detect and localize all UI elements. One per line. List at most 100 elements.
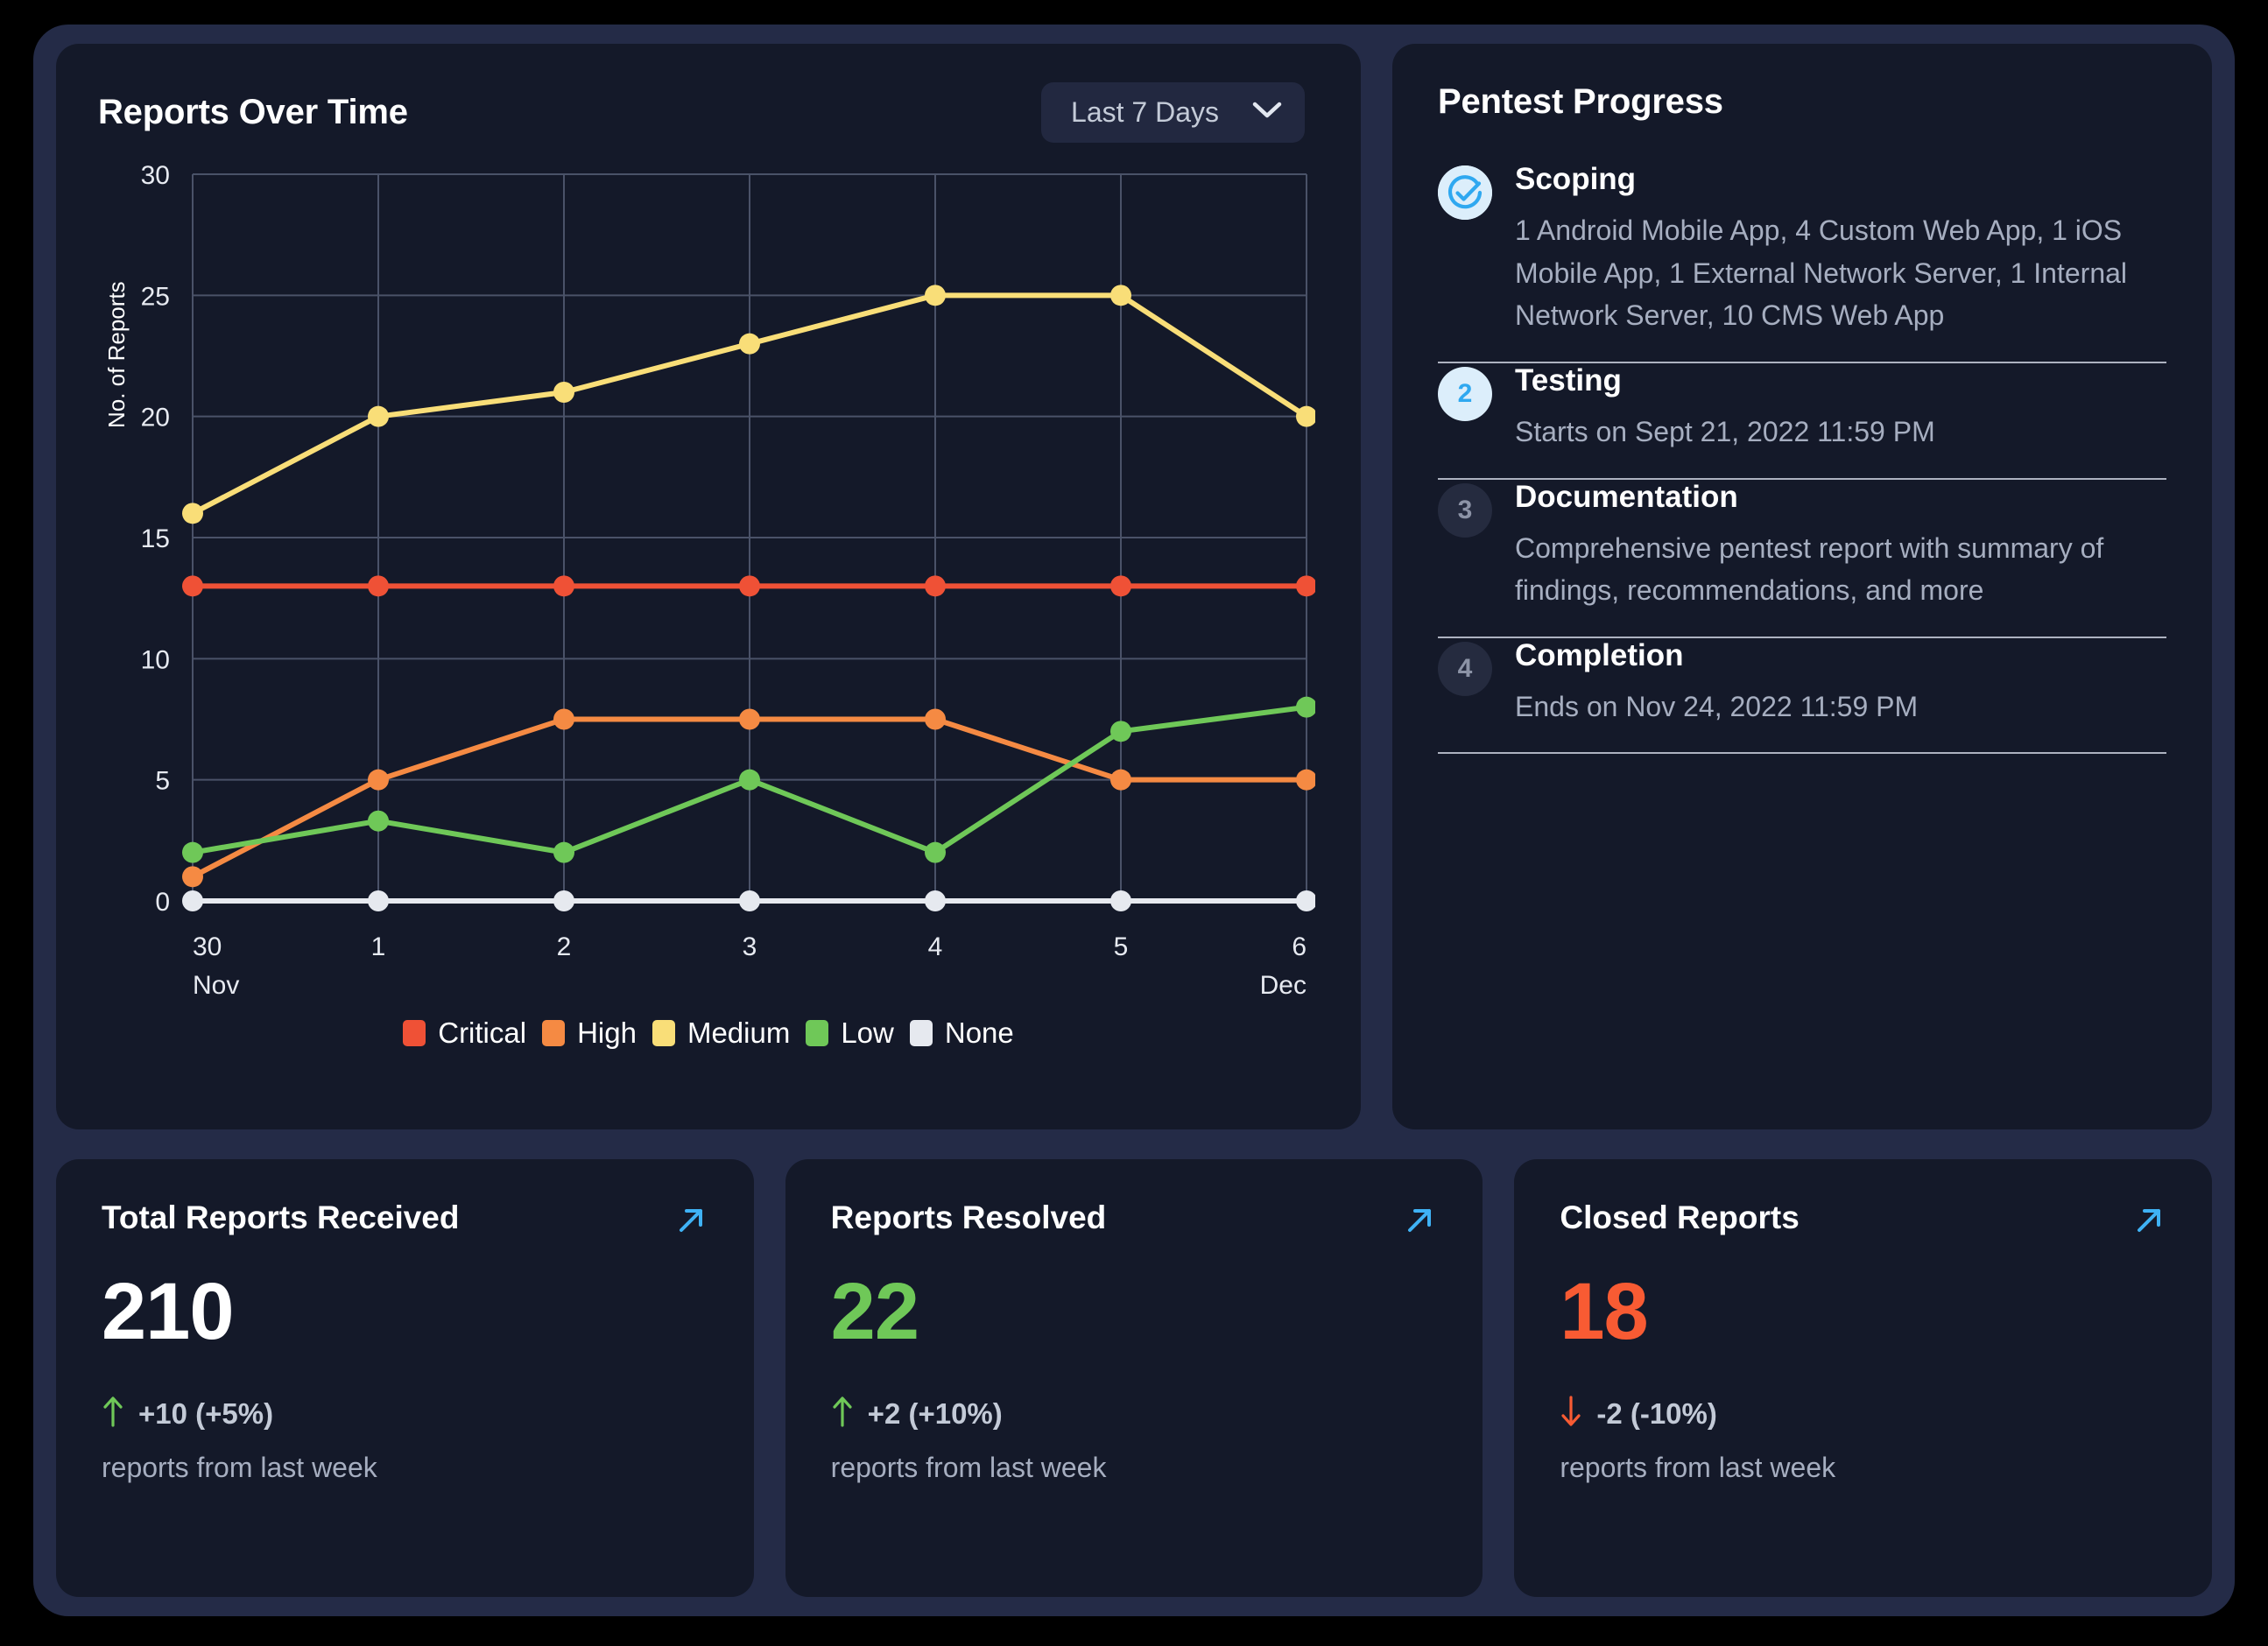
arrow-up-right-icon[interactable] xyxy=(2131,1203,2166,1238)
legend-label: High xyxy=(577,1016,637,1049)
step-divider xyxy=(1438,361,2166,363)
reports-over-time-card: Reports Over Time Last 7 Days No. of Rep… xyxy=(56,44,1361,1129)
stat-delta-text: +10 (+5%) xyxy=(138,1397,274,1430)
svg-text:30: 30 xyxy=(193,932,222,961)
stat-card-closed-reports: Closed Reports 18 -2 (-10%) reports from la… xyxy=(1514,1159,2213,1597)
step-description: 1 Android Mobile App, 4 Custom Web App, … xyxy=(1515,215,2128,332)
step-number: 2 xyxy=(1457,378,1473,408)
step-description: Comprehensive pentest report with summar… xyxy=(1515,531,2104,607)
svg-text:Dec: Dec xyxy=(1260,971,1307,1000)
step-divider xyxy=(1438,752,2166,755)
step-body: Documentation Comprehensive pentest repor… xyxy=(1515,480,2166,612)
step-body: Completion Ends on Nov 24, 2022 11:59 PM xyxy=(1515,638,2166,728)
legend-swatch-low xyxy=(806,1020,829,1046)
svg-text:4: 4 xyxy=(928,932,943,961)
legend-label: Critical xyxy=(438,1016,527,1049)
pentest-step-documentation[interactable]: 3 Documentation Comprehensive pentest repo… xyxy=(1438,480,2166,637)
legend-item-none[interactable]: None xyxy=(909,1016,1014,1050)
stat-value: 210 xyxy=(102,1267,234,1356)
legend-label: Medium xyxy=(687,1016,791,1049)
svg-text:3: 3 xyxy=(743,932,757,961)
pentest-steps-list: Scoping 1 Android Mobile App, 4 Custom We… xyxy=(1438,162,2166,755)
arrow-up-right-icon[interactable] xyxy=(673,1203,708,1238)
svg-text:0: 0 xyxy=(155,888,170,917)
arrow-up-right-icon[interactable] xyxy=(1402,1203,1437,1238)
stat-card-header: Reports Resolved xyxy=(831,1199,1438,1238)
stat-value: 22 xyxy=(830,1267,919,1356)
page-title: Reports Over Time xyxy=(98,93,408,131)
chevron-down-icon xyxy=(1252,102,1282,123)
pentest-step-testing[interactable]: 2 Testing Starts on Sept 21, 2022 11:59 PM xyxy=(1438,363,2166,478)
svg-text:20: 20 xyxy=(141,404,170,433)
stat-delta: +2 (+10%) xyxy=(831,1396,1438,1432)
stat-card-total-reports-received: Total Reports Received 210 +10 (+5%) report… xyxy=(56,1159,754,1597)
legend-label: Low xyxy=(841,1016,894,1049)
date-range-dropdown[interactable]: Last 7 Days xyxy=(1041,82,1305,143)
step-title: Completion xyxy=(1515,637,1684,672)
svg-text:1: 1 xyxy=(371,932,386,961)
step-number-badge: 3 xyxy=(1438,482,1492,538)
svg-text:2: 2 xyxy=(557,932,572,961)
stat-delta: -2 (-10%) xyxy=(1560,1396,2166,1432)
legend-swatch-medium xyxy=(652,1020,675,1046)
stats-row: Total Reports Received 210 +10 (+5%) report… xyxy=(56,1159,2213,1597)
legend-swatch-none xyxy=(909,1020,933,1046)
pentest-progress-card: Pentest Progress Scoping 1 Android Mobile… xyxy=(1392,44,2212,1129)
step-description: Ends on Nov 24, 2022 11:59 PM xyxy=(1515,690,1919,722)
stat-subtext: reports from last week xyxy=(102,1452,377,1483)
stat-subtext: reports from last week xyxy=(830,1452,1107,1483)
legend-label: None xyxy=(944,1016,1014,1049)
stat-card-reports-resolved: Reports Resolved 22 +2 (+10%) reports from … xyxy=(785,1159,1483,1597)
stat-delta-text: -2 (-10%) xyxy=(1596,1397,1717,1430)
check-circle-icon xyxy=(1438,165,1492,220)
step-number: 3 xyxy=(1457,495,1473,524)
svg-text:5: 5 xyxy=(155,767,170,796)
legend-item-critical[interactable]: Critical xyxy=(403,1016,526,1050)
legend-item-low[interactable]: Low xyxy=(806,1016,894,1050)
stat-card-header: Closed Reports xyxy=(1560,1199,2166,1238)
legend-item-high[interactable]: High xyxy=(542,1016,637,1050)
chart-plot-area: 0 5 10 15 20 25 30 30 Nov 1 2 3 4 5 6 Dec xyxy=(141,165,1315,1000)
step-number: 4 xyxy=(1457,653,1473,683)
stat-delta-text: +2 (+10%) xyxy=(867,1397,1003,1430)
step-body: Testing Starts on Sept 21, 2022 11:59 PM xyxy=(1515,363,2166,454)
pentest-step-completion[interactable]: 4 Completion Ends on Nov 24, 2022 11:59 PM xyxy=(1438,638,2166,753)
dashboard-frame: Reports Over Time Last 7 Days No. of Rep… xyxy=(33,25,2235,1616)
legend-swatch-high xyxy=(542,1020,566,1046)
stat-delta: +10 (+5%) xyxy=(102,1396,708,1432)
svg-text:6: 6 xyxy=(1292,932,1307,961)
step-title: Documentation xyxy=(1515,479,1738,514)
svg-text:25: 25 xyxy=(141,282,170,311)
stat-value: 18 xyxy=(1560,1267,1648,1356)
stat-subtext: reports from last week xyxy=(1560,1452,1836,1483)
svg-text:30: 30 xyxy=(141,165,170,190)
svg-text:5: 5 xyxy=(1114,932,1129,961)
step-number-badge: 4 xyxy=(1438,641,1492,696)
svg-text:15: 15 xyxy=(141,524,170,553)
step-number-badge: 2 xyxy=(1438,366,1492,421)
line-chart: No. of Reports 0 5 10 15 20 25 30 30 Nov 1 2 3 4 5 6 De… xyxy=(98,165,1319,1050)
top-row: Reports Over Time Last 7 Days No. of Rep… xyxy=(56,44,2212,1129)
step-body: Scoping 1 Android Mobile App, 4 Custom We… xyxy=(1515,162,2166,337)
chart-legend: Critical High Medium Low None xyxy=(98,1016,1319,1050)
svg-text:10: 10 xyxy=(141,645,170,674)
svg-text:Nov: Nov xyxy=(193,971,239,1000)
step-divider xyxy=(1438,477,2166,480)
arrow-up-icon xyxy=(102,1396,124,1432)
step-description: Starts on Sept 21, 2022 11:59 PM xyxy=(1515,415,1935,447)
legend-swatch-critical xyxy=(403,1020,426,1046)
stat-card-title: Closed Reports xyxy=(1560,1199,1800,1235)
dashboard-grid: Reports Over Time Last 7 Days No. of Rep… xyxy=(56,44,2213,1597)
pentest-step-scoping[interactable]: Scoping 1 Android Mobile App, 4 Custom We… xyxy=(1438,162,2166,362)
stat-card-title: Total Reports Received xyxy=(102,1199,460,1235)
step-title: Scoping xyxy=(1515,162,1637,196)
legend-item-medium[interactable]: Medium xyxy=(652,1016,790,1050)
chart-header: Reports Over Time Last 7 Days xyxy=(98,82,1319,143)
step-title: Testing xyxy=(1515,362,1622,397)
arrow-down-icon xyxy=(1560,1396,1582,1432)
pentest-progress-title: Pentest Progress xyxy=(1438,82,1723,121)
stat-card-header: Total Reports Received xyxy=(102,1199,708,1238)
arrow-up-icon xyxy=(831,1396,854,1432)
stat-card-title: Reports Resolved xyxy=(830,1199,1107,1235)
date-range-value: Last 7 Days xyxy=(1071,96,1219,128)
